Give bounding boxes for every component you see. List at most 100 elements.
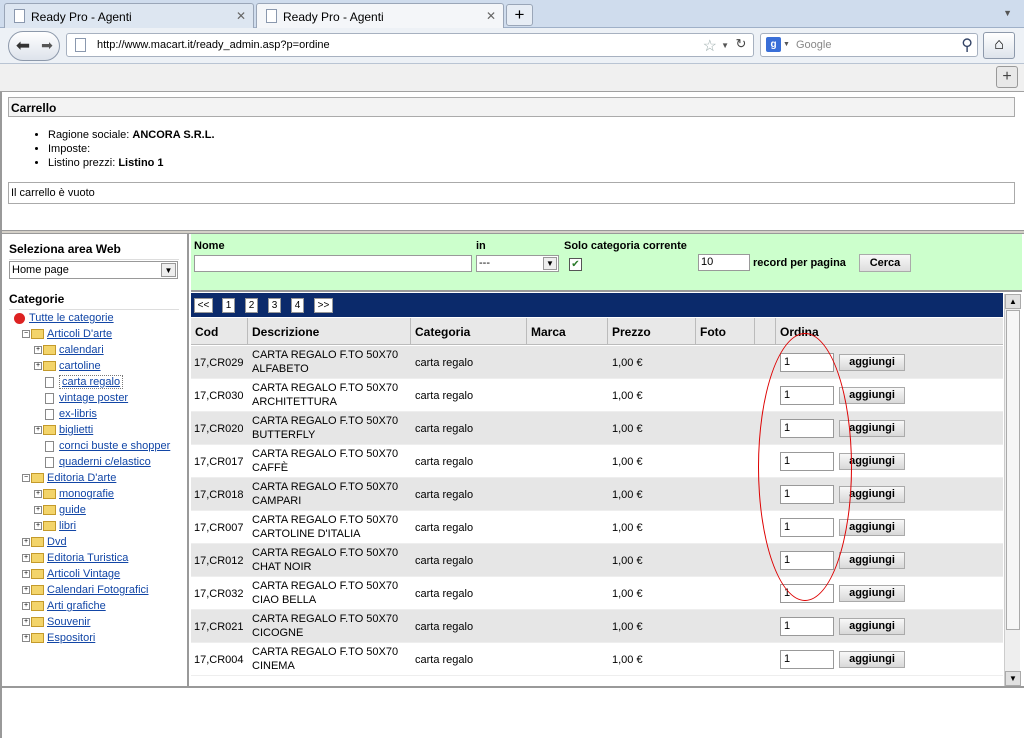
- tree-node-label[interactable]: quaderni c/elastico: [59, 456, 151, 468]
- add-button[interactable]: aggiungi: [839, 618, 905, 635]
- tree-node-label[interactable]: Souvenir: [47, 616, 90, 628]
- expand-icon[interactable]: +: [22, 554, 30, 563]
- tree-node-label[interactable]: cornci buste e shopper: [59, 440, 170, 452]
- name-input[interactable]: [194, 255, 472, 272]
- tree-node[interactable]: Tutte le categorie: [14, 312, 114, 327]
- tree-node[interactable]: carta regalo: [34, 375, 124, 391]
- tree-node-label[interactable]: Articoli D'arte: [47, 328, 112, 340]
- scrollbar[interactable]: ▲ ▼: [1004, 294, 1021, 686]
- tree-node-label[interactable]: monografie: [59, 488, 114, 500]
- expand-icon[interactable]: +: [34, 522, 42, 531]
- pager-page-4[interactable]: 4: [291, 298, 304, 313]
- close-icon[interactable]: ✕: [486, 9, 496, 23]
- add-button[interactable]: aggiungi: [839, 354, 905, 371]
- chevron-down-icon[interactable]: ▼: [1003, 8, 1012, 18]
- expand-icon[interactable]: +: [34, 490, 42, 499]
- pager-page-1[interactable]: 1: [222, 298, 235, 313]
- tree-node-label[interactable]: Calendari Fotografici: [47, 584, 149, 596]
- chevron-down-icon[interactable]: ▼: [721, 41, 729, 50]
- solo-checkbox[interactable]: ✔: [569, 258, 582, 271]
- col-cod[interactable]: Cod: [191, 318, 248, 345]
- tab-1[interactable]: Ready Pro - Agenti ✕: [4, 3, 254, 28]
- tree-node-label[interactable]: ex-libris: [59, 408, 97, 420]
- tree-node[interactable]: cornci buste e shopper: [34, 440, 170, 455]
- add-button[interactable]: aggiungi: [839, 651, 905, 668]
- chevron-down-icon[interactable]: ▼: [161, 263, 176, 277]
- tree-node-label[interactable]: calendari: [59, 344, 104, 356]
- collapse-icon[interactable]: −: [22, 330, 30, 339]
- url-text[interactable]: http://www.macart.it/ready_admin.asp?p=o…: [97, 39, 330, 51]
- tree-node[interactable]: vintage poster: [34, 392, 128, 407]
- records-input[interactable]: 10: [698, 254, 750, 271]
- tree-node-label[interactable]: Articoli Vintage: [47, 568, 120, 580]
- quantity-input[interactable]: 1: [780, 650, 834, 669]
- col-categoria[interactable]: Categoria: [411, 318, 527, 345]
- scroll-thumb[interactable]: [1006, 310, 1020, 630]
- tree-node[interactable]: quaderni c/elastico: [34, 456, 151, 471]
- quantity-input[interactable]: 1: [780, 617, 834, 636]
- tree-node[interactable]: + Arti grafiche: [22, 600, 106, 615]
- expand-icon[interactable]: +: [22, 586, 30, 595]
- tree-node-label[interactable]: vintage poster: [59, 392, 128, 404]
- tree-node[interactable]: + Editoria Turistica: [22, 552, 128, 567]
- home-button[interactable]: ⌂: [983, 32, 1015, 59]
- expand-icon[interactable]: +: [34, 362, 42, 371]
- reload-icon[interactable]: ↻: [732, 36, 750, 54]
- new-tab-button[interactable]: +: [506, 4, 533, 26]
- tree-node[interactable]: + Dvd: [22, 536, 67, 551]
- tree-node-label[interactable]: guide: [59, 504, 86, 516]
- in-select[interactable]: --- ▼: [476, 255, 559, 272]
- tree-node-label[interactable]: biglietti: [59, 424, 93, 436]
- expand-icon[interactable]: +: [34, 506, 42, 515]
- tree-node[interactable]: + libri: [34, 520, 76, 535]
- area-select[interactable]: Home page ▼: [9, 261, 178, 279]
- add-button[interactable]: aggiungi: [839, 519, 905, 536]
- add-button[interactable]: aggiungi: [839, 387, 905, 404]
- search-input[interactable]: Google: [796, 39, 831, 51]
- col-descrizione[interactable]: Descrizione: [248, 318, 411, 345]
- scroll-up-icon[interactable]: ▲: [1005, 294, 1021, 309]
- tree-node-label[interactable]: Tutte le categorie: [29, 312, 114, 324]
- col-marca[interactable]: Marca: [527, 318, 608, 345]
- tree-node-label[interactable]: libri: [59, 520, 76, 532]
- tree-node[interactable]: + Espositori: [22, 632, 95, 647]
- tab-2[interactable]: Ready Pro - Agenti ✕: [256, 3, 504, 29]
- tree-node[interactable]: + calendari: [34, 344, 104, 359]
- expand-icon[interactable]: +: [22, 570, 30, 579]
- google-icon[interactable]: g: [766, 37, 781, 52]
- tree-node-label[interactable]: Dvd: [47, 536, 67, 548]
- tree-node-label[interactable]: Editoria Turistica: [47, 552, 128, 564]
- tree-node[interactable]: + guide: [34, 504, 86, 519]
- add-button[interactable]: aggiungi: [839, 585, 905, 602]
- col-foto[interactable]: Foto: [696, 318, 755, 345]
- tree-node-label[interactable]: Espositori: [47, 632, 95, 644]
- bookmark-star-icon[interactable]: ☆: [703, 36, 717, 56]
- scroll-down-icon[interactable]: ▼: [1005, 671, 1021, 686]
- tree-node[interactable]: + monografie: [34, 488, 114, 503]
- search-button[interactable]: Cerca: [859, 254, 911, 272]
- tree-node[interactable]: + cartoline: [34, 360, 101, 375]
- expand-icon[interactable]: +: [22, 538, 30, 547]
- tree-node-label[interactable]: carta regalo: [59, 375, 124, 389]
- expand-icon[interactable]: +: [22, 634, 30, 643]
- pager-first[interactable]: <<: [194, 298, 213, 313]
- close-icon[interactable]: ✕: [236, 9, 246, 23]
- tree-node-label[interactable]: Arti grafiche: [47, 600, 106, 612]
- tree-node[interactable]: + Calendari Fotografici: [22, 584, 149, 599]
- tree-node[interactable]: + Souvenir: [22, 616, 90, 631]
- tree-node[interactable]: − Articoli D'arte: [22, 328, 112, 343]
- tree-node-label[interactable]: cartoline: [59, 360, 101, 372]
- tree-node[interactable]: ex-libris: [34, 408, 97, 423]
- forward-arrow-icon[interactable]: ➡: [37, 34, 57, 58]
- tree-node[interactable]: + Articoli Vintage: [22, 568, 120, 583]
- add-button[interactable]: aggiungi: [839, 552, 905, 569]
- chevron-down-icon[interactable]: ▼: [543, 257, 557, 270]
- tree-node[interactable]: + biglietti: [34, 424, 93, 439]
- url-bar[interactable]: http://www.macart.it/ready_admin.asp?p=o…: [66, 33, 754, 57]
- tree-node-label[interactable]: Editoria D'arte: [47, 472, 116, 484]
- collapse-icon[interactable]: −: [22, 474, 30, 483]
- expand-icon[interactable]: +: [34, 426, 42, 435]
- chevron-down-icon[interactable]: ▼: [783, 41, 790, 48]
- pager-page-2[interactable]: 2: [245, 298, 258, 313]
- back-arrow-icon[interactable]: ⬅: [11, 34, 35, 58]
